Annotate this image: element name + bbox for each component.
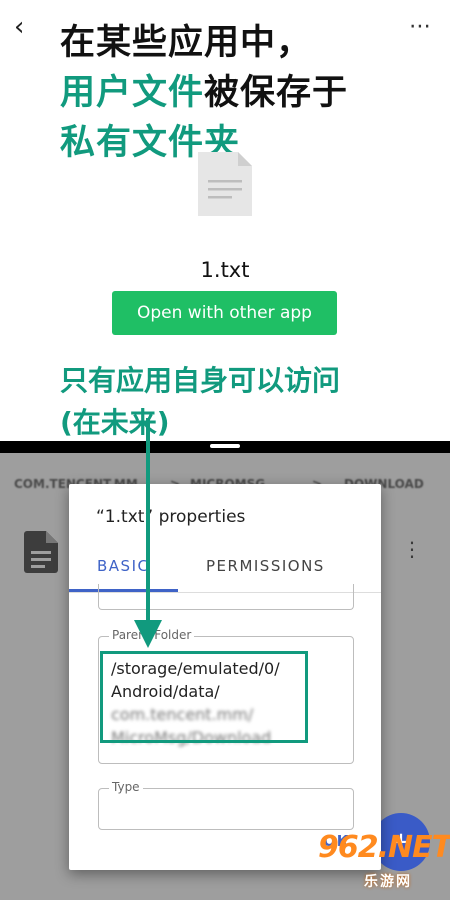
field-above <box>98 584 354 610</box>
headline-line2-rest: 被保存于 <box>204 73 349 113</box>
document-icon <box>24 531 58 573</box>
path-highlight-box <box>100 651 308 743</box>
document-icon <box>198 152 252 216</box>
caption-line2: (在未来) <box>60 406 170 439</box>
type-field[interactable]: Type <box>98 780 354 830</box>
chevron-left-icon[interactable]: ‹ <box>14 14 24 40</box>
watermark-logo: 962.NET <box>318 830 450 865</box>
headline: 在某些应用中， 用户文件被保存于 私有文件夹 <box>60 18 440 168</box>
split-divider-handle[interactable] <box>210 444 240 448</box>
more-vertical-icon[interactable]: ⋮ <box>402 539 422 559</box>
site-watermark: 962.NET 乐游网 <box>312 828 450 896</box>
type-label: Type <box>109 780 143 794</box>
top-panel: ‹ ⋯ 在某些应用中， 用户文件被保存于 私有文件夹 1.txt Open wi… <box>0 0 450 441</box>
caption-line1: 只有应用自身可以访问 <box>60 364 341 397</box>
open-with-other-app-button[interactable]: Open with other app <box>112 291 337 335</box>
watermark-subtitle: 乐游网 <box>364 874 412 890</box>
tab-basic[interactable]: BASIC <box>97 557 149 575</box>
dialog-title: “1.txt” properties <box>96 507 246 527</box>
file-name: 1.txt <box>200 258 250 282</box>
parent-folder-label: Parent Folder <box>109 628 195 642</box>
headline-highlight-1: 用户文件 <box>60 73 205 113</box>
tab-permissions[interactable]: PERMISSIONS <box>206 557 325 575</box>
headline-line1: 在某些应用中， <box>60 23 313 63</box>
caption: 只有应用自身可以访问 (在未来) <box>60 360 440 444</box>
